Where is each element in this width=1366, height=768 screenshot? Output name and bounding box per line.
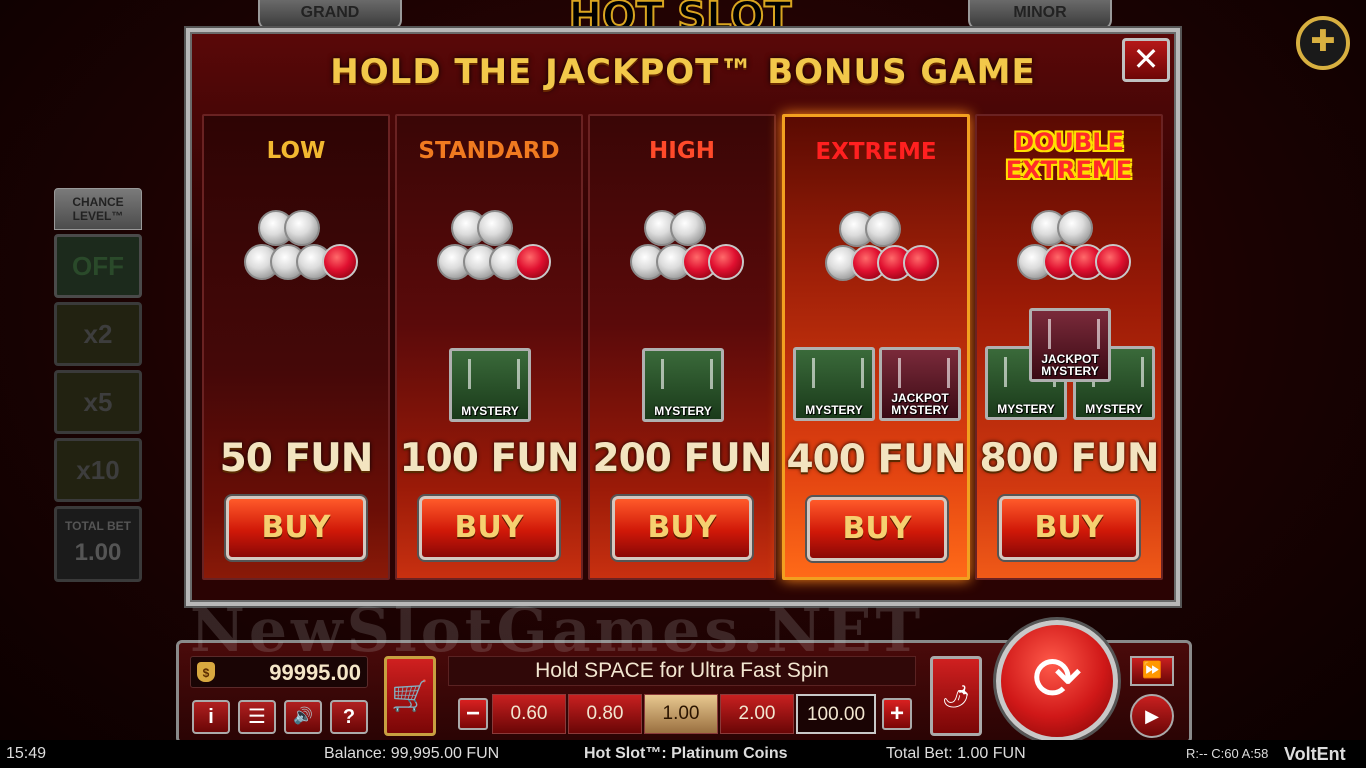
coins-icon (1013, 210, 1131, 290)
tier-price: 50 FUN (219, 436, 374, 481)
session-info: R:-- C:60 A:58 (1186, 746, 1269, 761)
buy-standard-button[interactable]: BUY (419, 496, 559, 560)
game-menu-icon[interactable]: ✚ (1296, 16, 1350, 70)
bet-decrease-button[interactable]: − (458, 698, 488, 730)
coins-icon (433, 210, 551, 290)
chance-off-button[interactable]: OFF (54, 234, 142, 298)
tier-high-card: HIGH MYSTERY 200 FUN BUY (588, 114, 776, 580)
menu-button[interactable]: ☰ (238, 700, 276, 734)
chance-x10-button[interactable]: x10 (54, 438, 142, 502)
grand-jackpot-tab: GRAND (258, 0, 402, 30)
autoplay-button[interactable]: ▶ (1130, 694, 1174, 738)
spin-hint: Hold SPACE for Ultra Fast Spin (448, 656, 916, 686)
chili-icon: 🌶 (942, 684, 970, 709)
clock: 15:49 (6, 745, 47, 762)
buy-extreme-button[interactable]: BUY (807, 497, 947, 561)
spin-button[interactable]: ⟳ (996, 620, 1118, 742)
mystery-symbol: MYSTERY (642, 348, 724, 422)
tier-low-card: LOW 50 FUN BUY (202, 114, 390, 580)
buy-feature-button[interactable]: 🛒 (384, 656, 436, 736)
help-button[interactable]: ? (330, 700, 368, 734)
tier-name: STANDARD (418, 138, 560, 164)
chance-level-title: CHANCE LEVEL™ (54, 188, 142, 230)
tier-price: 100 FUN (399, 436, 580, 481)
tier-name: DOUBLE EXTREME (1005, 128, 1133, 184)
total-bet-value: 1.00 (74, 539, 122, 566)
total-bet-label: TOTAL BET (65, 519, 131, 533)
tier-price: 800 FUN (979, 436, 1160, 481)
mystery-symbol: MYSTERY (449, 348, 531, 422)
chance-x5-button[interactable]: x5 (54, 370, 142, 434)
bet-increase-button[interactable]: + (882, 698, 912, 730)
tier-extreme-card: EXTREME MYSTERY JACKPOT MYSTERY 400 FUN … (782, 114, 970, 580)
chance-total-bet: TOTAL BET 1.00 (54, 506, 142, 582)
jackpot-mystery-symbol: JACKPOT MYSTERY (1029, 308, 1111, 382)
turbo-button[interactable]: ⏩ (1130, 656, 1174, 686)
play-icon: ▶ (1145, 706, 1159, 726)
bet-option[interactable]: 0.60 (492, 694, 566, 734)
tier-name: LOW (266, 138, 326, 164)
game-name: Hot Slot™: Platinum Coins (584, 745, 788, 762)
sound-button[interactable]: 🔊 (284, 700, 322, 734)
buy-high-button[interactable]: BUY (612, 496, 752, 560)
bet-option[interactable]: 2.00 (720, 694, 794, 734)
spin-arrows-icon: ⟳ (1031, 645, 1083, 712)
cheetah-icon: ⏩ (1142, 662, 1162, 679)
bet-option[interactable]: 100.00 (796, 694, 876, 734)
minor-jackpot-tab: MINOR (968, 0, 1112, 30)
buy-double-extreme-button[interactable]: BUY (999, 496, 1139, 560)
balance-value: 99995.00 (269, 660, 361, 685)
chance-level-panel: CHANCE LEVEL™ OFF x2 x5 x10 TOTAL BET 1.… (50, 188, 148, 582)
tier-name: HIGH (649, 138, 715, 164)
tier-price: 400 FUN (786, 437, 967, 482)
coins-icon (240, 210, 358, 290)
mystery-symbol: MYSTERY (793, 347, 875, 421)
status-balance: Balance: 99,995.00 FUN (324, 745, 500, 762)
bet-option-selected[interactable]: 1.00 (644, 694, 718, 734)
chili-feature-button[interactable]: 🌶 (930, 656, 982, 736)
tier-price: 200 FUN (592, 436, 773, 481)
money-bag-icon: $ (197, 662, 215, 682)
balance-display: $ 99995.00 (190, 656, 368, 688)
modal-title: HOLD THE JACKPOT™ BONUS GAME (330, 52, 1036, 92)
cart-icon: 🛒 (391, 680, 429, 713)
chance-x2-button[interactable]: x2 (54, 302, 142, 366)
tier-name: EXTREME (815, 139, 937, 165)
tier-double-extreme-card: DOUBLE EXTREME MYSTERY MYSTERY JACKPOT MY… (975, 114, 1163, 580)
jackpot-mystery-symbol: JACKPOT MYSTERY (879, 347, 961, 421)
coins-icon (821, 211, 939, 291)
close-button[interactable]: ✕ (1122, 38, 1170, 82)
buy-low-button[interactable]: BUY (226, 496, 366, 560)
provider-logo: VoltEnt (1284, 744, 1346, 764)
status-total-bet: Total Bet: 1.00 FUN (886, 745, 1026, 762)
tier-standard-card: STANDARD MYSTERY 100 FUN BUY (395, 114, 583, 580)
coins-icon (626, 210, 744, 290)
bet-option[interactable]: 0.80 (568, 694, 642, 734)
status-bar: 15:49 Balance: 99,995.00 FUN Hot Slot™: … (0, 740, 1366, 768)
info-button[interactable]: i (192, 700, 230, 734)
